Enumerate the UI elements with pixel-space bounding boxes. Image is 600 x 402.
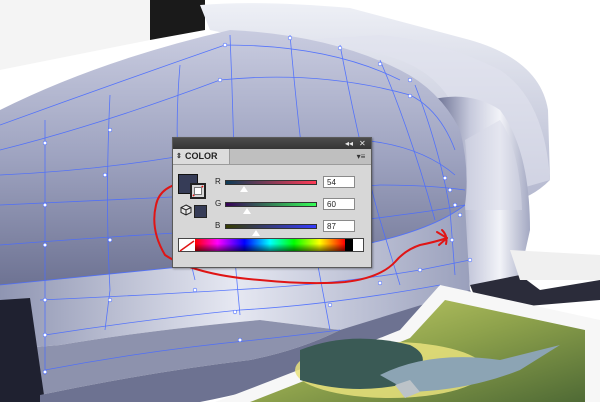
none-color-swatch[interactable] [179,239,195,252]
canvas-artboard: ◂◂ ✕ ⇕ COLOR ▾≡ R 54 G 60 B 87 [0,0,600,402]
close-icon[interactable]: ✕ [359,138,366,149]
collapse-icon[interactable]: ◂◂ [345,138,353,149]
slider-thumb-b[interactable] [251,229,262,237]
color-panel: ◂◂ ✕ ⇕ COLOR ▾≡ R 54 G 60 B 87 [172,137,372,268]
none-slash-icon [179,240,195,252]
channel-label-r: R [215,177,221,186]
channel-label-b: B [215,221,221,230]
panel-title-bar[interactable]: ◂◂ ✕ [173,138,371,149]
slider-g[interactable] [225,202,317,207]
web-safe-color-swatch[interactable] [194,205,207,218]
stroke-swatch[interactable] [190,183,206,199]
slider-b[interactable] [225,224,317,229]
slider-r[interactable] [225,180,317,185]
cube-icon[interactable] [180,204,192,216]
double-arrow-icon[interactable]: ⇕ [176,149,182,164]
panel-tab-row: ⇕ COLOR ▾≡ [173,149,371,165]
slider-thumb-g[interactable] [242,207,253,215]
white-swatch[interactable] [353,239,363,251]
color-spectrum[interactable] [178,238,364,252]
tab-color[interactable]: ⇕ COLOR [173,149,230,164]
value-field-g[interactable]: 60 [323,198,355,210]
value-field-b[interactable]: 87 [323,220,355,232]
black-swatch[interactable] [345,239,353,251]
channel-label-g: G [215,199,222,208]
panel-menu-icon[interactable]: ▾≡ [353,149,369,164]
panel-title: COLOR [185,151,218,161]
none-slash-icon [192,185,204,197]
color-ramp[interactable] [195,239,345,251]
slider-thumb-r[interactable] [239,185,250,193]
value-field-r[interactable]: 54 [323,176,355,188]
